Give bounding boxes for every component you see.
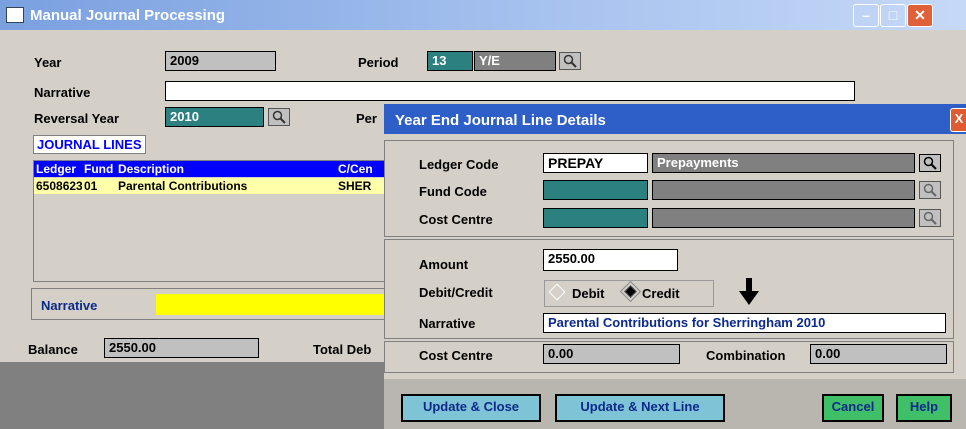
total-debit-label: Total Deb [313, 342, 372, 357]
dialog-narrative-label: Narrative [419, 316, 476, 331]
grid-cell-description: Parental Contributions [118, 179, 248, 193]
narrative-input[interactable] [165, 81, 855, 101]
ledger-code-input[interactable]: PREPAY [543, 153, 648, 173]
grid-header-fund[interactable]: Fund [84, 162, 113, 176]
cost-centre-label: Cost Centre [419, 212, 493, 227]
reversal-year-label: Reversal Year [34, 111, 120, 126]
dialog-narrative-input[interactable]: Parental Contributions for Sherringham 2… [543, 313, 946, 333]
fund-code-description [652, 180, 915, 200]
main-title-bar: Manual Journal Processing – □ ✕ [0, 0, 966, 30]
fund-code-lookup-button[interactable] [919, 181, 941, 199]
arrow-down-icon [736, 278, 762, 309]
magnifier-icon [923, 156, 937, 170]
journal-lines-grid[interactable]: Ledger Fund Description C/Cen 6508623 01… [33, 160, 385, 282]
debit-credit-group: Debit Credit [544, 280, 714, 307]
magnifier-icon [563, 54, 577, 68]
debit-radio[interactable] [548, 283, 566, 301]
ledger-code-label: Ledger Code [419, 157, 499, 172]
year-label: Year [34, 55, 62, 70]
update-close-button[interactable]: Update & Close [401, 394, 541, 422]
grid-header-description[interactable]: Description [118, 162, 184, 176]
grid-cell-fund: 01 [84, 179, 98, 193]
period-field[interactable]: Y/E [474, 51, 556, 71]
update-next-line-button[interactable]: Update & Next Line [555, 394, 725, 422]
cost-centre-total-label: Cost Centre [419, 348, 493, 363]
reversal-year-lookup-button[interactable] [268, 108, 290, 126]
dialog-title-bar: Year End Journal Line Details X [384, 104, 966, 134]
grid-header-ccentre[interactable]: C/Cen [338, 162, 373, 176]
table-row[interactable]: 6508623 01 Parental Contributions SHER [34, 178, 384, 194]
cost-centre-lookup-button[interactable] [919, 209, 941, 227]
line-narrative-label: Narrative [41, 298, 98, 313]
debit-option-label[interactable]: Debit [572, 286, 605, 301]
minimize-button[interactable]: – [853, 4, 879, 27]
dialog-title: Year End Journal Line Details [395, 112, 606, 129]
credit-option-label[interactable]: Credit [642, 286, 680, 301]
period-number-field[interactable]: 13 [427, 51, 473, 71]
fund-code-label: Fund Code [419, 184, 487, 199]
grid-cell-ccentre: SHER [338, 179, 372, 193]
cost-centre-input[interactable] [543, 208, 648, 228]
cost-centre-description [652, 208, 915, 228]
credit-radio[interactable] [624, 285, 637, 298]
reversal-period-label: Per [356, 111, 377, 126]
ledger-code-description: Prepayments [652, 153, 915, 173]
period-lookup-button[interactable] [559, 52, 581, 70]
grid-header-ledger[interactable]: Ledger [36, 162, 76, 176]
cost-centre-total-field: 0.00 [543, 344, 680, 364]
period-label: Period [358, 55, 399, 70]
fund-code-input[interactable] [543, 180, 648, 200]
magnifier-icon [923, 211, 937, 225]
help-button[interactable]: Help [896, 394, 952, 422]
line-narrative-input[interactable] [156, 294, 386, 315]
combination-field: 0.00 [810, 344, 947, 364]
close-button[interactable]: ✕ [907, 4, 933, 27]
narrative-label: Narrative [34, 85, 91, 100]
debit-credit-label: Debit/Credit [419, 285, 493, 300]
dialog-close-button[interactable]: X [950, 108, 966, 132]
magnifier-icon [923, 183, 937, 197]
reversal-year-field[interactable]: 2010 [165, 107, 264, 127]
year-field[interactable]: 2009 [165, 51, 276, 71]
grid-cell-ledger: 6508623 [36, 179, 82, 193]
balance-field: 2550.00 [104, 338, 259, 358]
balance-label: Balance [28, 342, 78, 357]
maximize-button[interactable]: □ [880, 4, 906, 27]
combination-label: Combination [706, 348, 786, 363]
cancel-button[interactable]: Cancel [822, 394, 884, 422]
amount-input[interactable]: 2550.00 [543, 249, 678, 271]
journal-line-dialog: Year End Journal Line Details X Ledger C… [384, 104, 966, 429]
journal-lines-heading: JOURNAL LINES [33, 135, 146, 154]
amount-label: Amount [419, 257, 469, 272]
magnifier-icon [272, 110, 286, 124]
main-window-title: Manual Journal Processing [30, 7, 226, 24]
app-icon [6, 7, 24, 23]
ledger-code-lookup-button[interactable] [919, 154, 941, 172]
grid-header-row: Ledger Fund Description C/Cen [34, 161, 384, 177]
